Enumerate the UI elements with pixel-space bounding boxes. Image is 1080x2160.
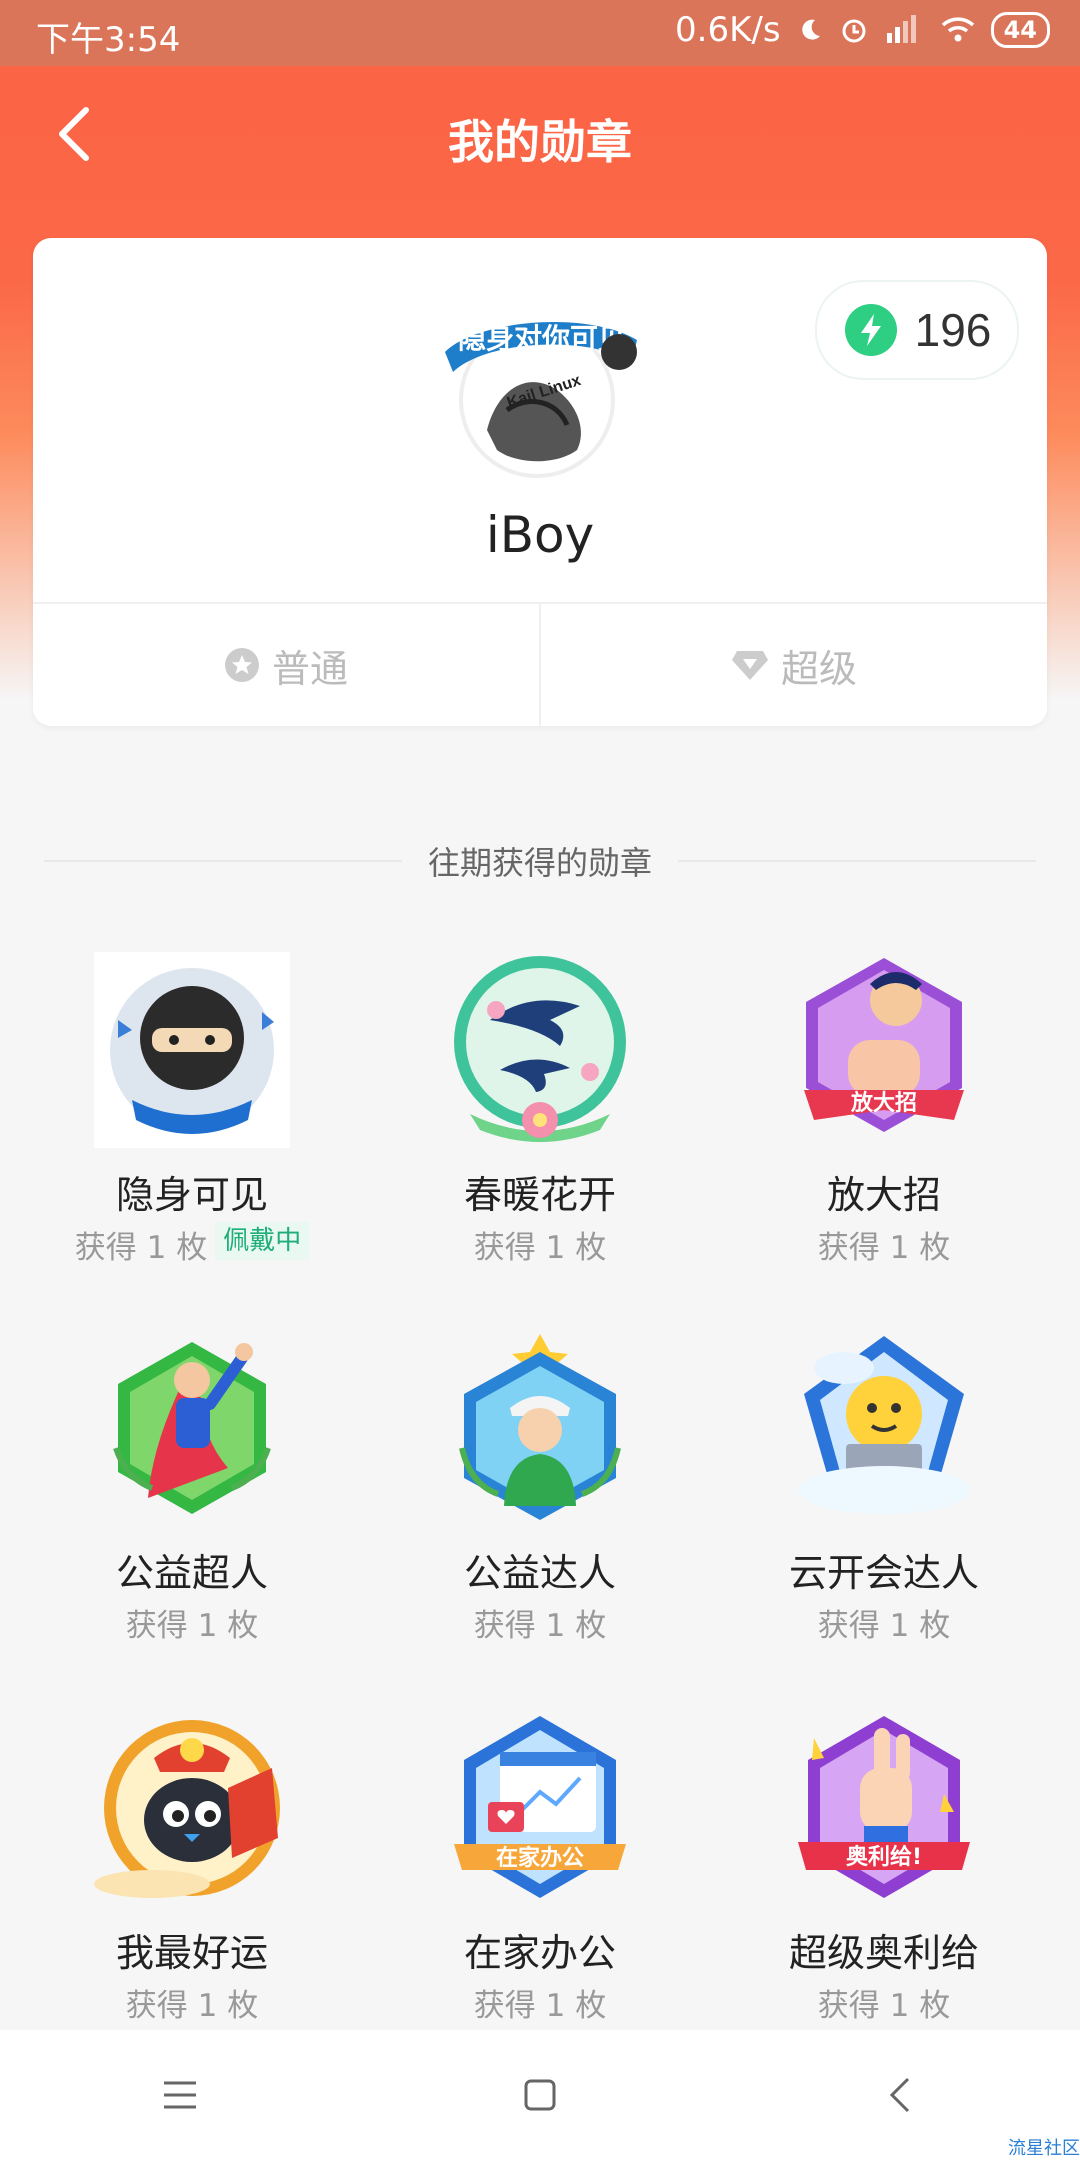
badge-count-row: 获得 1 枚 <box>712 1600 1056 1645</box>
menu-button[interactable] <box>140 2055 220 2135</box>
tab-normal[interactable]: 普通 <box>33 604 539 726</box>
badge-name: 放大招 <box>826 1173 941 1217</box>
badge-tabs: 普通 超级 <box>33 604 1047 726</box>
badge-name: 春暖花开 <box>463 1173 616 1217</box>
star-icon <box>224 648 259 682</box>
badge-item[interactable]: 云开会达人 获得 1 枚 <box>712 1328 1056 1668</box>
app-header: 我的勋章 <box>0 66 1080 202</box>
home-square-icon <box>524 2079 556 2111</box>
system-nav-bar <box>0 2030 1080 2160</box>
home-office-badge-icon: 在家办公 <box>454 1716 626 1898</box>
nav-back-button[interactable] <box>860 2055 940 2135</box>
divider-line <box>44 860 402 862</box>
badge-count: 获得 1 枚 <box>125 1988 259 2024</box>
badge-name: 在家办公 <box>463 1931 616 1975</box>
badge-ribbon-text: 奥利给! <box>846 1844 922 1870</box>
signal-icon <box>885 15 925 45</box>
badge-count-row: 获得 1 枚 <box>712 1222 1056 1267</box>
home-button[interactable] <box>500 2055 580 2135</box>
badge-count-row: 获得 1 枚 <box>368 1222 712 1267</box>
badge-item[interactable]: 公益达人 获得 1 枚 <box>368 1328 712 1668</box>
badge-name: 云开会达人 <box>788 1551 979 1595</box>
user-avatar[interactable]: 隐身对你可见 Kail Linux <box>437 300 647 480</box>
watermark: 流星社区 <box>1008 2138 1080 2159</box>
lucky-badge-icon <box>94 1720 280 1898</box>
points-value: 196 <box>914 304 992 356</box>
swallow-flower-badge-icon <box>454 956 626 1142</box>
badge-count: 获得 1 枚 <box>817 1988 951 2024</box>
page-title: 我的勋章 <box>448 115 632 169</box>
volunteer-badge-icon <box>459 1334 621 1520</box>
badge-name: 隐身可见 <box>115 1173 268 1217</box>
tab-super[interactable]: 超级 <box>539 604 1047 726</box>
badge-ribbon-text: 放大招 <box>850 1090 917 1116</box>
badge-item[interactable]: 春暖花开 获得 1 枚 <box>368 950 712 1290</box>
network-speed: 0.6K/s <box>675 10 781 50</box>
badge-name: 我最好运 <box>115 1931 268 1975</box>
profile-card: 196 隐身对你可见 Kail Linux iBoy 普通 超级 <box>33 238 1047 726</box>
badge-count: 获得 1 枚 <box>125 1608 259 1644</box>
punch-badge-icon: 放大招 <box>804 958 964 1132</box>
badge-name: 公益超人 <box>115 1551 268 1595</box>
badge-count: 获得 1 枚 <box>473 1608 607 1644</box>
badge-count: 获得 1 枚 <box>74 1230 208 1266</box>
badge-count-row: 获得 1 枚 <box>20 1980 364 2025</box>
superman-badge-icon <box>113 1342 271 1514</box>
badge-name: 超级奥利给 <box>788 1931 979 1975</box>
badge-count: 获得 1 枚 <box>817 1608 951 1644</box>
wearing-tag: 佩戴中 <box>215 1222 310 1260</box>
section-title-text: 往期获得的勋章 <box>428 844 653 882</box>
alarm-icon <box>839 15 869 45</box>
badge-item[interactable]: 隐身可见 获得 1 枚 佩戴中 <box>20 950 364 1290</box>
badge-count-row: 获得 1 枚 佩戴中 <box>20 1222 364 1267</box>
divider-line <box>678 860 1037 862</box>
avatar-banner-text: 隐身对你可见 <box>458 322 626 355</box>
badge-count: 获得 1 枚 <box>473 1230 607 1266</box>
diamond-icon <box>731 651 768 680</box>
badge-item[interactable]: 放大招 放大招 获得 1 枚 <box>712 950 1056 1290</box>
badge-ribbon-text: 在家办公 <box>496 1845 584 1871</box>
menu-icon <box>164 2081 196 2109</box>
status-time: 下午3:54 <box>36 20 181 60</box>
badge-count-row: 获得 1 枚 <box>712 1980 1056 2025</box>
thumb-badge-icon: 奥利给! <box>798 1716 970 1898</box>
tab-label: 超级 <box>780 646 857 691</box>
tab-label: 普通 <box>271 646 348 691</box>
badge-item[interactable]: 我最好运 获得 1 枚 <box>20 1708 364 2048</box>
wifi-icon <box>941 16 975 44</box>
badge-count: 获得 1 枚 <box>817 1230 951 1266</box>
badge-item[interactable]: 公益超人 获得 1 枚 <box>20 1328 364 1668</box>
badge-item[interactable]: 奥利给! 超级奥利给 获得 1 枚 <box>712 1708 1056 2048</box>
section-title: 往期获得的勋章 <box>44 836 1037 886</box>
cloud-meeting-badge-icon <box>798 1336 970 1514</box>
badge-item[interactable]: 在家办公 在家办公 获得 1 枚 <box>368 1708 712 2048</box>
badge-count-row: 获得 1 枚 <box>368 1980 712 2025</box>
badge-name: 公益达人 <box>463 1551 616 1595</box>
lightning-icon <box>844 304 897 356</box>
nav-back-icon <box>889 2077 910 2113</box>
points-pill[interactable]: 196 <box>815 280 1019 380</box>
battery-indicator: 44 <box>990 12 1050 48</box>
ninja-badge-icon <box>94 952 290 1148</box>
badge-count-row: 获得 1 枚 <box>20 1600 364 1645</box>
badge-count: 获得 1 枚 <box>473 1988 607 2024</box>
badge-count-row: 获得 1 枚 <box>368 1600 712 1645</box>
moon-icon <box>797 17 823 43</box>
status-bar: 下午3:54 0.6K/s 44 <box>0 0 1080 66</box>
username: iBoy <box>485 506 595 564</box>
